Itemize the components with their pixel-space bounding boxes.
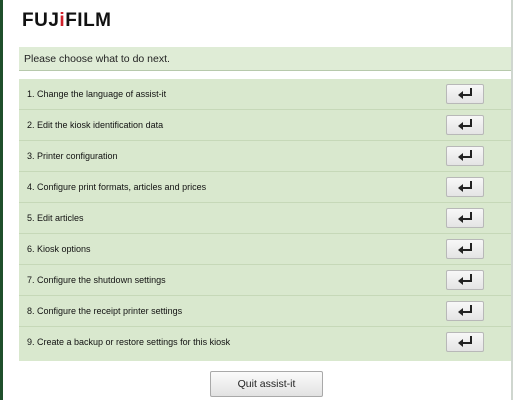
select-shutdown-button[interactable] — [446, 270, 484, 290]
enter-return-icon — [458, 181, 472, 192]
select-receipt-printer-button[interactable] — [446, 301, 484, 321]
enter-return-icon — [458, 274, 472, 285]
menu-row-shutdown[interactable]: 7. Configure the shutdown settings — [19, 265, 511, 295]
select-kiosk-options-button[interactable] — [446, 239, 484, 259]
menu-item-label: 2. Edit the kiosk identification data — [27, 120, 164, 130]
menu-item-label: 4. Configure print formats, articles and… — [27, 182, 207, 192]
menu-row-printer-config[interactable]: 3. Printer configuration — [19, 141, 511, 171]
menu-row-receipt-printer[interactable]: 8. Configure the receipt printer setting… — [19, 296, 511, 326]
menu-item-label: 9. Create a backup or restore settings f… — [27, 337, 231, 347]
menu-row-backup-restore[interactable]: 9. Create a backup or restore settings f… — [19, 327, 511, 357]
menu-row-print-formats[interactable]: 4. Configure print formats, articles and… — [19, 172, 511, 202]
select-backup-restore-button[interactable] — [446, 332, 484, 352]
instruction-prompt: Please choose what to do next. — [19, 47, 511, 71]
menu-item-label: 6. Kiosk options — [27, 244, 91, 254]
menu-item-label: 7. Configure the shutdown settings — [27, 275, 166, 285]
enter-return-icon — [458, 212, 472, 223]
select-printer-config-button[interactable] — [446, 146, 484, 166]
fujifilm-logo: FUJiFILM — [22, 9, 112, 33]
menu-item-label: 3. Printer configuration — [27, 151, 118, 161]
menu-item-label: 1. Change the language of assist-it — [27, 89, 167, 99]
enter-return-icon — [458, 88, 472, 99]
select-edit-articles-button[interactable] — [446, 208, 484, 228]
menu-row-kiosk-options[interactable]: 6. Kiosk options — [19, 234, 511, 264]
select-language-button[interactable] — [446, 84, 484, 104]
enter-return-icon — [458, 336, 472, 347]
menu-panel: 1. Change the language of assist-it 2. E… — [19, 79, 511, 361]
logo-text-prefix: FUJ — [22, 10, 60, 31]
menu-row-kiosk-id[interactable]: 2. Edit the kiosk identification data — [19, 110, 511, 140]
enter-return-icon — [458, 119, 472, 130]
enter-return-icon — [458, 305, 472, 316]
menu-row-edit-articles[interactable]: 5. Edit articles — [19, 203, 511, 233]
enter-return-icon — [458, 150, 472, 161]
select-print-formats-button[interactable] — [446, 177, 484, 197]
menu-item-label: 5. Edit articles — [27, 213, 84, 223]
assist-it-window: FUJiFILM Please choose what to do next. … — [0, 0, 513, 400]
enter-return-icon — [458, 243, 472, 254]
quit-button[interactable]: Quit assist-it — [210, 371, 323, 397]
menu-row-language[interactable]: 1. Change the language of assist-it — [19, 79, 511, 109]
select-kiosk-id-button[interactable] — [446, 115, 484, 135]
logo-text-suffix: FILM — [65, 10, 112, 31]
menu-item-label: 8. Configure the receipt printer setting… — [27, 306, 183, 316]
